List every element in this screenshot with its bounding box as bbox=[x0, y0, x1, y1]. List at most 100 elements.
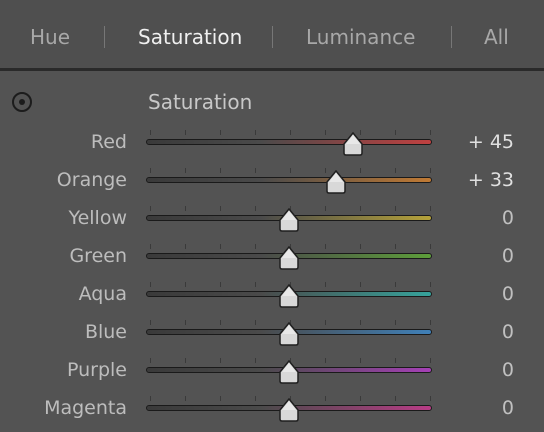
slider-thumb-orange[interactable] bbox=[325, 169, 347, 194]
slider-tick bbox=[395, 206, 396, 211]
slider-value-aqua[interactable]: 0 bbox=[502, 282, 514, 306]
tab-separator bbox=[451, 26, 452, 48]
slider-thumb-magenta[interactable] bbox=[278, 397, 300, 422]
slider-tick bbox=[395, 282, 396, 287]
slider-thumb-blue[interactable] bbox=[278, 321, 300, 346]
slider-thumb-yellow[interactable] bbox=[278, 207, 300, 232]
slider-label-red: Red bbox=[90, 131, 127, 153]
slider-ticks bbox=[150, 130, 431, 136]
slider-label-orange: Orange bbox=[56, 169, 127, 191]
slider-tick bbox=[150, 244, 151, 249]
slider-tick bbox=[150, 206, 151, 211]
slider-tick bbox=[395, 168, 396, 173]
slider-row-magenta: Magenta 0 bbox=[0, 388, 544, 426]
tab-luminance[interactable]: Luminance bbox=[306, 22, 415, 52]
slider-tick bbox=[150, 130, 151, 135]
slider-row-red: Red + 45 bbox=[0, 122, 544, 160]
slider-label-blue: Blue bbox=[84, 321, 127, 343]
slider-tick bbox=[150, 168, 151, 173]
tab-all[interactable]: All bbox=[484, 22, 509, 52]
slider-tick bbox=[185, 282, 186, 287]
slider-thumb-green[interactable] bbox=[278, 245, 300, 270]
tab-separator bbox=[272, 26, 273, 48]
slider-thumb-aqua[interactable] bbox=[278, 283, 300, 308]
slider-tick bbox=[150, 358, 151, 363]
slider-tick bbox=[185, 396, 186, 401]
slider-tick bbox=[220, 130, 221, 135]
slider-tick bbox=[185, 206, 186, 211]
slider-tick bbox=[255, 168, 256, 173]
slider-tick bbox=[185, 130, 186, 135]
slider-tick bbox=[395, 396, 396, 401]
slider-tick bbox=[430, 206, 431, 211]
slider-tick bbox=[325, 130, 326, 135]
slider-row-orange: Orange + 33 bbox=[0, 160, 544, 198]
slider-tick bbox=[220, 320, 221, 325]
slider-tick bbox=[430, 168, 431, 173]
section-title: Saturation bbox=[148, 90, 253, 114]
slider-tick bbox=[185, 244, 186, 249]
slider-tick bbox=[220, 244, 221, 249]
slider-value-purple[interactable]: 0 bbox=[502, 358, 514, 382]
slider-tick bbox=[395, 130, 396, 135]
slider-tick bbox=[360, 206, 361, 211]
slider-row-purple: Purple 0 bbox=[0, 350, 544, 388]
slider-track-orange[interactable] bbox=[146, 177, 432, 183]
slider-tick bbox=[325, 320, 326, 325]
slider-tick bbox=[255, 130, 256, 135]
slider-tick bbox=[290, 130, 291, 135]
slider-value-orange[interactable]: + 33 bbox=[468, 168, 514, 192]
tab-hue[interactable]: Hue bbox=[30, 22, 70, 52]
slider-gradient bbox=[147, 140, 431, 144]
slider-ticks bbox=[150, 168, 431, 174]
target-adjustment-icon[interactable] bbox=[12, 92, 32, 112]
slider-tick bbox=[255, 206, 256, 211]
slider-tick bbox=[430, 396, 431, 401]
tab-separator bbox=[104, 26, 105, 48]
slider-value-red[interactable]: + 45 bbox=[468, 130, 514, 154]
slider-thumb-purple[interactable] bbox=[278, 359, 300, 384]
slider-tick bbox=[150, 396, 151, 401]
slider-tick bbox=[360, 396, 361, 401]
slider-tick bbox=[220, 358, 221, 363]
slider-tick bbox=[360, 358, 361, 363]
slider-label-green: Green bbox=[69, 245, 127, 267]
divider bbox=[0, 68, 544, 71]
slider-tick bbox=[325, 396, 326, 401]
slider-value-green[interactable]: 0 bbox=[502, 244, 514, 268]
slider-tick bbox=[220, 282, 221, 287]
slider-tick bbox=[255, 282, 256, 287]
slider-label-aqua: Aqua bbox=[78, 283, 127, 305]
slider-tick bbox=[395, 320, 396, 325]
slider-tick bbox=[360, 320, 361, 325]
slider-tick bbox=[430, 358, 431, 363]
slider-value-blue[interactable]: 0 bbox=[502, 320, 514, 344]
slider-tick bbox=[325, 358, 326, 363]
tab-saturation[interactable]: Saturation bbox=[138, 22, 242, 52]
slider-row-aqua: Aqua 0 bbox=[0, 274, 544, 312]
slider-tick bbox=[255, 320, 256, 325]
slider-row-blue: Blue 0 bbox=[0, 312, 544, 350]
slider-label-yellow: Yellow bbox=[68, 207, 128, 229]
slider-value-yellow[interactable]: 0 bbox=[502, 206, 514, 230]
slider-label-purple: Purple bbox=[66, 359, 127, 381]
slider-tick bbox=[430, 282, 431, 287]
slider-label-magenta: Magenta bbox=[44, 397, 127, 419]
slider-tick bbox=[325, 282, 326, 287]
slider-tick bbox=[150, 282, 151, 287]
slider-tick bbox=[360, 282, 361, 287]
slider-track-red[interactable] bbox=[146, 139, 432, 145]
slider-tick bbox=[185, 320, 186, 325]
slider-value-magenta[interactable]: 0 bbox=[502, 396, 514, 420]
slider-row-yellow: Yellow 0 bbox=[0, 198, 544, 236]
slider-tick bbox=[220, 396, 221, 401]
slider-tick bbox=[430, 320, 431, 325]
slider-tick bbox=[150, 320, 151, 325]
slider-thumb-red[interactable] bbox=[342, 131, 364, 156]
slider-tick bbox=[325, 244, 326, 249]
slider-gradient bbox=[147, 178, 431, 182]
slider-tick bbox=[395, 244, 396, 249]
slider-row-green: Green 0 bbox=[0, 236, 544, 274]
slider-tick bbox=[430, 244, 431, 249]
slider-tick bbox=[395, 358, 396, 363]
